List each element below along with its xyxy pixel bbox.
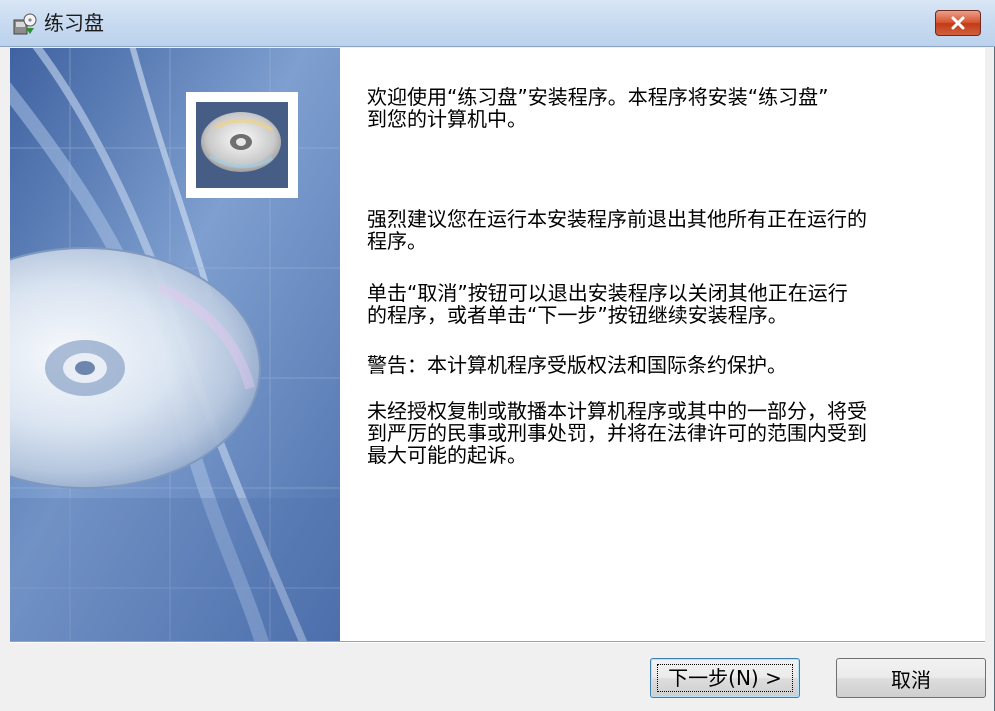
close-icon	[951, 16, 965, 30]
next-button-label: 下一步(N) >	[657, 664, 793, 692]
cancel-button-label: 取消	[891, 667, 931, 692]
close-button[interactable]	[935, 10, 981, 36]
title-bar[interactable]: 练习盘	[0, 0, 995, 47]
setup-app-icon	[13, 13, 37, 35]
window-title: 练习盘	[44, 11, 104, 35]
cancel-next-instructions-paragraph: 单击“取消”按钮可以退出安装程序以关闭其他正在运行 的程序，或者单击“下一步”按…	[367, 281, 848, 327]
cd-disc-thumbnail-icon	[186, 92, 298, 198]
installer-window: 练习盘 欢迎使用“练习盘”安装程序。本程序将安装“练习盘” 到您的计算机中。 强…	[0, 0, 995, 711]
cd-disc-banner-image	[10, 48, 340, 641]
welcome-paragraph: 欢迎使用“练习盘”安装程序。本程序将安装“练习盘” 到您的计算机中。	[367, 85, 829, 131]
close-programs-paragraph: 强烈建议您在运行本安装程序前退出其他所有正在运行的 程序。	[367, 207, 867, 253]
next-button[interactable]: 下一步(N) >	[650, 658, 800, 698]
footer-divider	[10, 641, 985, 643]
copyright-warning-paragraph: 警告：本计算机程序受版权法和国际条约保护。	[367, 353, 787, 377]
welcome-content-panel: 欢迎使用“练习盘”安装程序。本程序将安装“练习盘” 到您的计算机中。 强烈建议您…	[340, 48, 985, 641]
cancel-button[interactable]: 取消	[836, 658, 986, 698]
legal-notice-paragraph: 未经授权复制或散播本计算机程序或其中的一部分，将受 到严厉的民事或刑事处罚，并将…	[367, 399, 867, 467]
